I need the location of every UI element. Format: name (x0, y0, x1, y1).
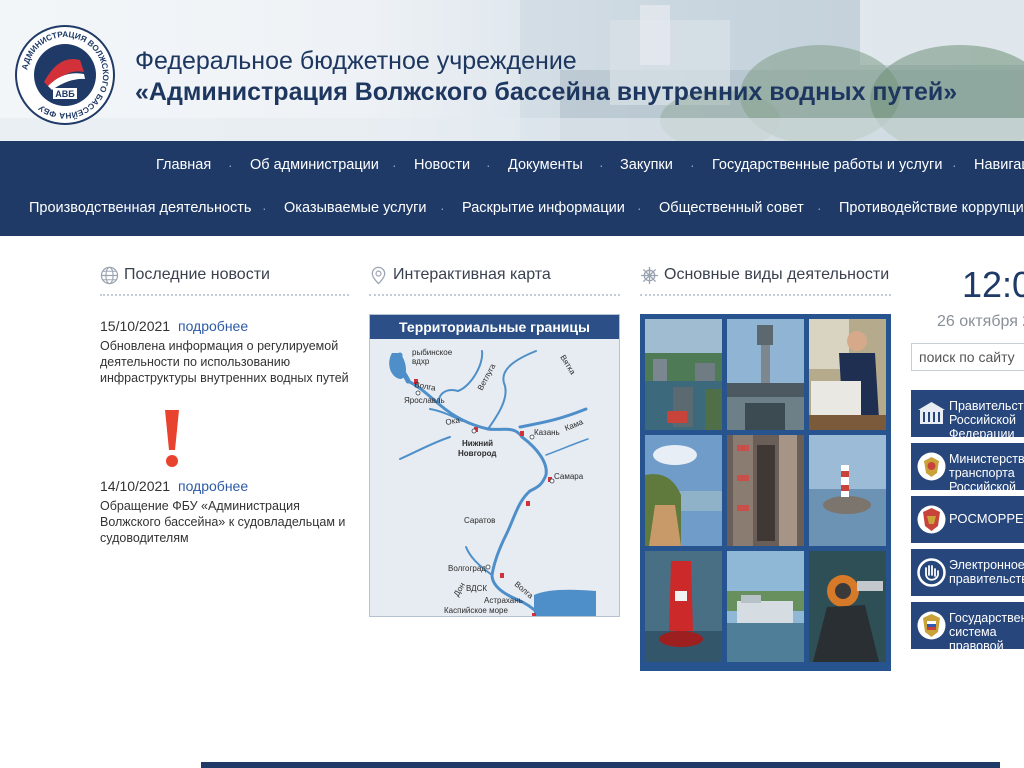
activity-photo-navigator-at-chart[interactable] (809, 319, 886, 430)
link-e-government[interactable]: Электронноеправительство (911, 549, 1024, 596)
nav-separator: · (262, 200, 267, 216)
nav-procurement[interactable]: Закупки (620, 157, 673, 173)
map-label: Каспийское море (444, 606, 508, 615)
map-section-header: Интерактивная карта (369, 264, 620, 296)
globe-icon (100, 266, 119, 285)
activity-photo-lock-chamber[interactable] (727, 435, 804, 546)
clock-time: 12:05 (962, 264, 1024, 305)
news-text[interactable]: Обновлена информация о регулируемой деят… (100, 338, 350, 386)
nav-separator: · (440, 200, 445, 216)
nav-production[interactable]: Производственная деятельность (29, 200, 251, 216)
map-label: вдхр (412, 357, 430, 366)
link-label: РОСМОРРЕЧФЛОТ (949, 511, 1024, 526)
news-section-title: Последние новости (124, 266, 270, 283)
activities-gallery (640, 314, 891, 671)
map-label: Нижний (462, 439, 493, 448)
clock-date: 26 октября 2021 (937, 313, 1024, 330)
activity-photo-floating-dock[interactable] (727, 551, 804, 662)
map-label: Ока (445, 416, 461, 427)
map-label: Астрахань (484, 596, 523, 605)
legal-emblem-icon (917, 611, 946, 640)
map-label: Самара (554, 472, 584, 481)
map-label: Новгород (458, 449, 496, 458)
nav-separator: · (637, 200, 642, 216)
link-ministry-transport[interactable]: Министерство транспортаРоссийской Федера… (911, 443, 1024, 490)
activity-photo-control-tower[interactable] (727, 319, 804, 430)
nav-anticorruption[interactable]: Противодействие коррупции (839, 200, 1024, 216)
nav-public-council[interactable]: Общественный совет (659, 200, 804, 216)
map-section-title: Интерактивная карта (393, 266, 551, 283)
map-label: Кама (563, 417, 585, 433)
link-label: Министерство транспортаРоссийской Федера… (949, 452, 1024, 490)
org-type: Федеральное бюджетное учреждение (135, 47, 577, 75)
nav-about[interactable]: Об администрации (250, 157, 379, 173)
activity-photo-lock-gates[interactable] (645, 319, 722, 430)
org-name: «Администрация Волжского бассейна внутре… (135, 78, 958, 106)
nav-navigation[interactable]: Навигация (974, 157, 1024, 173)
activity-photo-lighthouse[interactable] (809, 435, 886, 546)
map-label: Дон (452, 581, 467, 598)
link-label: Электронноеправительство (949, 558, 1024, 586)
government-building-icon (918, 402, 945, 424)
link-legal-information[interactable]: Государственная системаправовой информац… (911, 602, 1024, 649)
ship-wheel-icon (640, 266, 659, 285)
news-date: 14/10/2021 (100, 478, 171, 494)
news-more-link[interactable]: подробнее (178, 318, 248, 334)
map-label: рыбинское (412, 348, 453, 357)
activities-section-header: Основные виды деятельности (640, 264, 891, 296)
nav-separator: · (228, 157, 233, 173)
link-label: Государственная системаправовой информац… (949, 611, 1024, 649)
link-government[interactable]: ПравительствоРоссийской Федерации (911, 390, 1024, 437)
exclamation-icon (165, 410, 179, 467)
map-label: Саратов (464, 516, 495, 525)
map-label: Ярославль (404, 396, 445, 405)
avb-logo[interactable]: АДМИНИСТРАЦИЯ ВОЛЖСКОГО БАССЕЙНА ФБУ АВБ (14, 24, 116, 126)
activities-section-title: Основные виды деятельности (664, 266, 890, 283)
nav-separator: · (392, 157, 397, 173)
news-more-link[interactable]: подробнее (178, 478, 248, 494)
activity-photo-red-buoy[interactable] (645, 551, 722, 662)
location-pin-icon (371, 266, 386, 285)
interactive-map[interactable]: Территориальные границы рыбинское вдхр В… (369, 314, 620, 617)
svg-text:АВБ: АВБ (55, 89, 75, 99)
e-gov-icon (917, 558, 946, 587)
map-box-title: Территориальные границы (370, 315, 619, 339)
nav-home[interactable]: Главная (156, 157, 211, 173)
map-label: ВДСК (466, 584, 487, 593)
volga-basin-map[interactable]: рыбинское вдхр Волга Ярославль Ветлуга В… (370, 339, 619, 616)
site-search-input[interactable] (911, 343, 1024, 371)
activity-photo-diver[interactable] (809, 551, 886, 662)
nav-separator: · (817, 200, 822, 216)
nav-separator: · (486, 157, 491, 173)
activity-photo-river-cliff[interactable] (645, 435, 722, 546)
ministry-emblem-icon (917, 452, 946, 481)
link-label: ПравительствоРоссийской Федерации (949, 399, 1024, 437)
news-date: 15/10/2021 (100, 318, 171, 334)
nav-separator: · (690, 157, 695, 173)
map-label: Волгоград (448, 564, 486, 573)
nav-documents[interactable]: Документы (508, 157, 583, 173)
link-rosmorrechflot[interactable]: РОСМОРРЕЧФЛОТ (911, 496, 1024, 543)
rosmorrechflot-emblem-icon (917, 505, 946, 534)
map-label: Вятка (558, 353, 577, 376)
news-section-header: Последние новости (100, 264, 349, 296)
nav-provided-services[interactable]: Оказываемые услуги (284, 200, 427, 216)
nav-separator: · (599, 157, 604, 173)
site-header: АДМИНИСТРАЦИЯ ВОЛЖСКОГО БАССЕЙНА ФБУ АВБ… (0, 0, 1024, 141)
nav-separator: · (952, 157, 957, 173)
map-label: Казань (534, 428, 560, 437)
nav-state-services[interactable]: Государственные работы и услуги (712, 157, 942, 173)
nav-news[interactable]: Новости (414, 157, 470, 173)
news-text[interactable]: Обращение ФБУ «Администрация Волжского б… (100, 498, 350, 546)
main-navigation: Главная · Об администрации · Новости · Д… (0, 141, 1024, 236)
nav-disclosure[interactable]: Раскрытие информации (462, 200, 625, 216)
footer-bar (201, 762, 1000, 768)
